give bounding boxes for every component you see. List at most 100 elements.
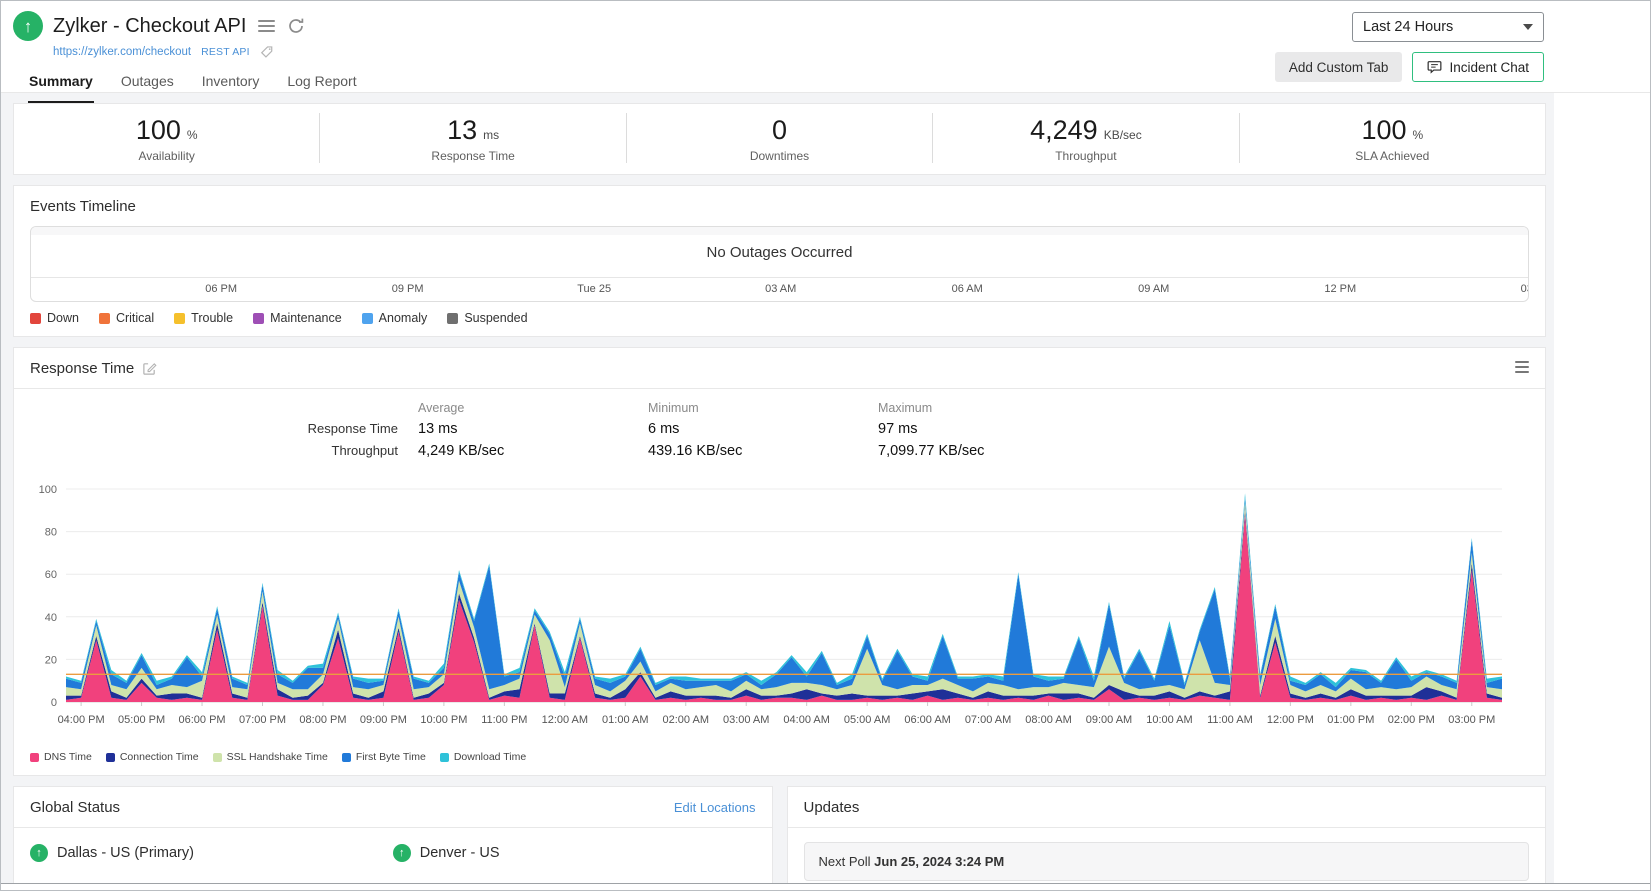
- location-name: Dallas - US (Primary): [57, 845, 194, 861]
- monitor-type-label[interactable]: REST API: [201, 46, 250, 58]
- up-arrow-icon: ↑: [399, 846, 405, 859]
- add-custom-tab-button[interactable]: Add Custom Tab: [1274, 52, 1403, 82]
- x-axis-tick-label: 04:00 PM: [58, 714, 105, 726]
- app-window: ↑ Zylker - Checkout API https://zylker.c…: [0, 0, 1651, 891]
- tab-log-report[interactable]: Log Report: [286, 69, 357, 104]
- rt-summary-value: 6 ms: [648, 421, 680, 437]
- x-axis-tick-label: 05:00 AM: [844, 714, 890, 726]
- stat-unit: ms: [483, 128, 500, 142]
- x-axis-tick-label: 02:00 PM: [1388, 714, 1435, 726]
- timeline-axis-label: 03 AM: [765, 283, 797, 295]
- chat-bubble-icon: [1427, 60, 1442, 74]
- legend-label: Down: [47, 311, 79, 325]
- stat-throughput: 4,249 KB/sec Throughput: [933, 113, 1240, 163]
- monitor-url-link[interactable]: https://zylker.com/checkout: [53, 46, 191, 58]
- app-content: ↑ Zylker - Checkout API https://zylker.c…: [1, 1, 1650, 884]
- legend-swatch: [253, 312, 265, 324]
- events-timeline-axis: 06 PM 09 PM Tue 25 03 AM 06 AM 09 AM 12 PM 03: [31, 277, 1528, 301]
- stat-value-row: 13 ms: [320, 115, 625, 146]
- legend-label: Critical: [115, 311, 155, 325]
- stat-unit: %: [1412, 128, 1424, 142]
- tab-summary[interactable]: Summary: [28, 69, 94, 104]
- stat-response-time: 13 ms Response Time: [320, 113, 627, 163]
- monitor-header-right: Last 24 Hours Add Custom Tab Incident Ch…: [1274, 11, 1544, 92]
- monitor-menu-icon[interactable]: [256, 18, 277, 34]
- incident-chat-button[interactable]: Incident Chat: [1412, 52, 1544, 82]
- y-axis-tick-label: 20: [45, 654, 57, 666]
- next-poll-time: Jun 25, 2024 3:24 PM: [874, 854, 1005, 869]
- rt-summary-col-minimum: Minimum: [648, 401, 699, 415]
- monitor-title: Zylker - Checkout API: [53, 14, 247, 37]
- tag-icon[interactable]: [260, 45, 274, 59]
- stat-value-row: 4,249 KB/sec: [933, 115, 1238, 146]
- x-axis-tick-label: 04:00 AM: [783, 714, 829, 726]
- monitor-header: ↑ Zylker - Checkout API https://zylker.c…: [1, 1, 1650, 104]
- x-axis-tick-label: 05:00 PM: [118, 714, 165, 726]
- stat-unit: KB/sec: [1103, 128, 1142, 142]
- stats-summary-card: 100% Availability 13 ms Response Time 0 Downti…: [13, 103, 1546, 175]
- rt-summary-value: 13 ms: [418, 421, 458, 437]
- incident-chat-label: Incident Chat: [1449, 59, 1529, 75]
- updates-title: Updates: [803, 799, 860, 816]
- tab-inventory[interactable]: Inventory: [201, 69, 261, 104]
- stat-value: 4,249: [1030, 115, 1098, 145]
- stat-downtimes: 0 Downtimes: [627, 113, 934, 163]
- rt-summary-value: 97 ms: [878, 421, 918, 437]
- stat-label: Throughput: [1055, 149, 1117, 163]
- x-axis-tick-label: 03:00 PM: [1448, 714, 1495, 726]
- chart-menu-icon[interactable]: [1515, 361, 1529, 373]
- main-content: 100% Availability 13 ms Response Time 0 Downti…: [1, 93, 1554, 883]
- legend-label: SSL Handshake Time: [226, 751, 328, 763]
- y-axis-tick-label: 40: [45, 612, 57, 624]
- up-arrow-icon: ↑: [36, 846, 42, 859]
- legend-swatch: [30, 312, 41, 324]
- time-range-select[interactable]: Last 24 Hours: [1352, 12, 1544, 42]
- events-timeline-title: Events Timeline: [30, 198, 136, 215]
- edit-chart-icon[interactable]: [142, 361, 157, 376]
- timeline-axis-label: 06 AM: [951, 283, 983, 295]
- x-axis-tick-label: 11:00 PM: [481, 714, 527, 726]
- x-axis-tick-label: 08:00 PM: [299, 714, 346, 726]
- legend-item-dns-time: DNS Time: [30, 751, 92, 763]
- up-arrow-icon: ↑: [23, 16, 33, 36]
- location-status-up-icon: ↑: [392, 844, 411, 862]
- tab-bar: Summary Outages Inventory Log Report: [28, 69, 358, 104]
- legend-item-critical: Critical: [98, 311, 155, 325]
- edit-locations-link[interactable]: Edit Locations: [674, 800, 756, 815]
- x-axis-tick-label: 06:00 PM: [178, 714, 225, 726]
- tab-outages[interactable]: Outages: [120, 69, 175, 104]
- legend-item-first-byte-time: First Byte Time: [341, 751, 426, 763]
- stat-label: Availability: [138, 149, 195, 163]
- legend-swatch: [341, 752, 351, 762]
- y-axis-tick-label: 80: [45, 527, 57, 539]
- locations-grid: ↑Dallas - US (Primary)↑Denver - US↑Sydne…: [14, 828, 772, 883]
- legend-label: Maintenance: [270, 311, 342, 325]
- response-time-title: Response Time: [30, 360, 135, 377]
- legend-swatch: [212, 752, 222, 762]
- refresh-icon[interactable]: [287, 17, 305, 35]
- stat-value-row: 100%: [14, 115, 319, 146]
- x-axis-tick-label: 11:00 AM: [1207, 714, 1253, 726]
- x-axis-tick-label: 09:00 PM: [360, 714, 407, 726]
- x-axis-tick-label: 06:00 AM: [904, 714, 950, 726]
- x-axis-tick-label: 12:00 PM: [1267, 714, 1314, 726]
- legend-swatch: [30, 752, 39, 762]
- response-time-chart: 0 20 40 60 80 100 04:00 PM 05:00 PM 06:00 PM 07:0…: [39, 484, 1502, 726]
- response-time-chart-legend: DNS Time Connection Time SSL Handshake Tim…: [14, 747, 1545, 775]
- time-range-value: Last 24 Hours: [1363, 19, 1454, 35]
- legend-item-ssl-handshake-time: SSL Handshake Time: [212, 751, 328, 763]
- x-axis-tick-label: 10:00 PM: [420, 714, 467, 726]
- stat-availability: 100% Availability: [14, 113, 321, 163]
- legend-swatch: [105, 752, 115, 762]
- x-axis-tick-label: 08:00 AM: [1025, 714, 1071, 726]
- x-axis-tick-label: 10:00 AM: [1146, 714, 1192, 726]
- no-outages-message: No Outages Occurred: [706, 243, 853, 261]
- timeline-axis-label: 09 PM: [391, 283, 424, 295]
- legend-label: Anomaly: [378, 311, 428, 325]
- response-time-summary-table: Average Minimum Maximum Response Time 13 ms 6…: [14, 389, 1545, 463]
- rt-summary-value: 439.16 KB/sec: [648, 443, 743, 459]
- x-axis-tick-label: 03:00 AM: [723, 714, 769, 726]
- stat-value: 13: [447, 115, 478, 145]
- legend-label: DNS Time: [44, 751, 92, 763]
- global-status-title: Global Status: [30, 799, 121, 816]
